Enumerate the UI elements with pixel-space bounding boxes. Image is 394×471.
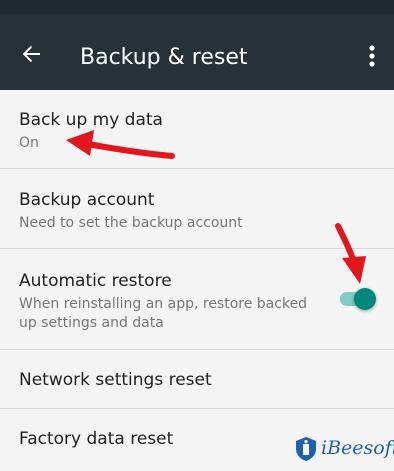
page-title: Backup & reset — [80, 45, 248, 70]
setting-backup-account[interactable]: Backup account Need to set the backup ac… — [0, 169, 394, 249]
setting-automatic-restore[interactable]: Automatic restore When reinstalling an a… — [0, 249, 394, 350]
arrow-back-icon[interactable] — [18, 40, 46, 68]
setting-title: Network settings reset — [19, 370, 212, 390]
status-bar — [0, 0, 394, 14]
ibeesoft-logo-icon — [294, 436, 318, 462]
setting-title: Backup account — [19, 190, 155, 210]
watermark: iBeesoft — [294, 434, 394, 464]
automatic-restore-toggle[interactable] — [338, 286, 378, 312]
setting-back-up-my-data[interactable]: Back up my data On — [0, 90, 394, 169]
setting-network-settings-reset[interactable]: Network settings reset — [0, 350, 394, 409]
setting-summary: On — [19, 135, 39, 151]
setting-summary: Need to set the backup account — [19, 215, 243, 231]
setting-summary: When reinstalling an app, restore backed… — [19, 296, 308, 331]
watermark-text: iBeesoft — [321, 437, 394, 459]
toggle-thumb — [354, 288, 376, 310]
settings-list: Back up my data On Backup account Need t… — [0, 90, 394, 471]
more-vert-icon[interactable] — [362, 42, 382, 70]
setting-title: Automatic restore — [19, 271, 172, 291]
setting-title: Back up my data — [19, 110, 163, 130]
setting-title: Factory data reset — [19, 429, 174, 449]
app-toolbar: Backup & reset — [0, 14, 394, 90]
